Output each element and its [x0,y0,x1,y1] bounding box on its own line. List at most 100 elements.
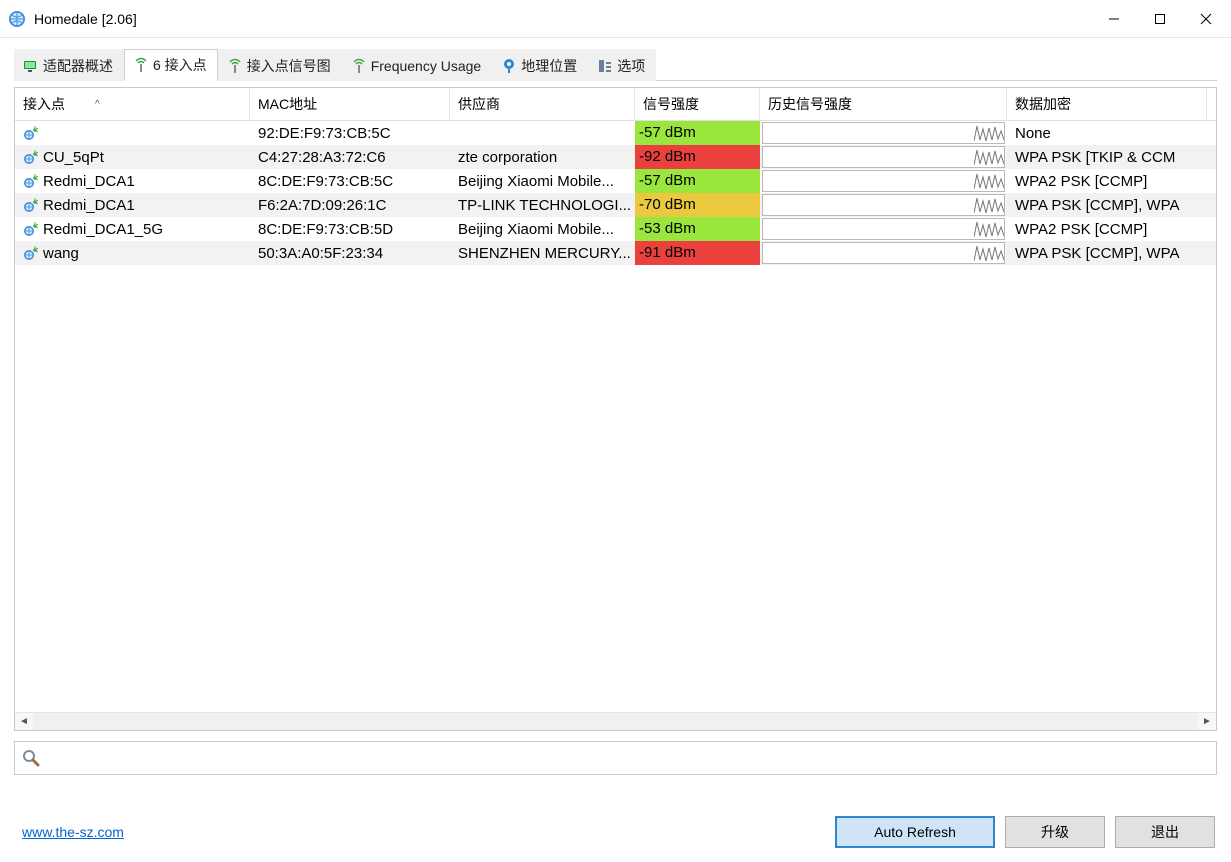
options-icon [597,58,613,74]
table-body: 92:DE:F9:73:CB:5C -57 dBm NoneCU_5qPtC4:27… [15,121,1216,712]
signal-badge: -91 dBm [635,241,760,265]
window-title: Homedale [2.06] [34,11,1091,27]
signal-history-sparkline [762,218,1005,240]
titlebar: Homedale [2.06] [0,0,1231,38]
table-row[interactable]: Redmi_DCA1_5G 8C:DE:F9:73:CB:5DBeijing Xi… [15,217,1216,241]
cell-encryption: WPA PSK [TKIP & CCM [1007,145,1207,169]
header-label: 供应商 [458,94,500,114]
column-headers: 接入点 ^ MAC地址 供应商 信号强度 历史信号强度 数据加密 [15,88,1216,121]
cell-mac: 8C:DE:F9:73:CB:5D [250,217,450,241]
cell-mac: 8C:DE:F9:73:CB:5C [250,169,450,193]
signal-history-sparkline [762,122,1005,144]
antenna-icon [351,58,367,74]
cell-vendor: zte corporation [450,145,635,169]
signal-history-sparkline [762,194,1005,216]
wifi-network-icon [23,221,39,237]
tab-access-points[interactable]: 6 接入点 [124,49,218,81]
monitor-icon [23,58,39,74]
sort-indicator-icon: ^ [95,99,100,110]
signal-history-sparkline [762,170,1005,192]
header-label: 信号强度 [643,94,699,114]
upgrade-button[interactable]: 升级 [1005,816,1105,848]
cell-mac: 92:DE:F9:73:CB:5C [250,121,450,145]
cell-history [760,169,1007,193]
cell-signal: -91 dBm [635,241,760,265]
table-row[interactable]: CU_5qPtC4:27:28:A3:72:C6zte corporation-… [15,145,1216,169]
ap-name: Redmi_DCA1 [43,197,135,214]
cell-encryption: None [1007,121,1207,145]
ap-name: Redmi_DCA1_5G [43,221,163,238]
search-icon [21,748,41,768]
cell-ap: wang [15,241,250,265]
scroll-left-icon[interactable]: ◄ [15,713,33,731]
wifi-network-icon [23,125,39,141]
scroll-right-icon[interactable]: ► [1198,713,1216,731]
minimize-icon [1108,13,1120,25]
column-header-signal[interactable]: 信号强度 [635,88,760,120]
cell-encryption: WPA PSK [CCMP], WPA [1007,193,1207,217]
column-header-mac[interactable]: MAC地址 [250,88,450,120]
tab-location[interactable]: 地理位置 [492,49,588,81]
table-row[interactable]: Redmi_DCA1F6:2A:7D:09:26:1CTP-LINK TECHN… [15,193,1216,217]
signal-badge: -53 dBm [635,217,760,241]
header-label: 接入点 [23,94,65,114]
cell-vendor: SHENZHEN MERCURY... [450,241,635,265]
tab-label: 6 接入点 [153,55,207,75]
cell-signal: -57 dBm [635,121,760,145]
cell-vendor: TP-LINK TECHNOLOGI... [450,193,635,217]
search-box[interactable] [14,741,1217,775]
column-header-vendor[interactable]: 供应商 [450,88,635,120]
exit-button[interactable]: 退出 [1115,816,1215,848]
cell-encryption: WPA PSK [CCMP], WPA [1007,241,1207,265]
app-icon [8,10,26,28]
close-button[interactable] [1183,2,1229,36]
wifi-network-icon [23,149,39,165]
tab-label: 接入点信号图 [247,56,331,76]
tab-bar: 适配器概述 6 接入点 接入点信号图 Frequency Usage 地理位置 [14,48,1217,81]
cell-encryption: WPA2 PSK [CCMP] [1007,217,1207,241]
cell-vendor: Beijing Xiaomi Mobile... [450,217,635,241]
close-icon [1200,13,1212,25]
maximize-button[interactable] [1137,2,1183,36]
signal-badge: -57 dBm [635,169,760,193]
cell-ap: Redmi_DCA1 [15,193,250,217]
signal-badge: -92 dBm [635,145,760,169]
access-point-list: 接入点 ^ MAC地址 供应商 信号强度 历史信号强度 数据加密 92:DE:F… [14,87,1217,731]
cell-history [760,193,1007,217]
horizontal-scrollbar[interactable]: ◄ ► [15,712,1216,730]
antenna-icon [133,57,149,73]
ap-name: Redmi_DCA1 [43,173,135,190]
wifi-network-icon [23,197,39,213]
header-label: 数据加密 [1015,94,1071,114]
column-header-history[interactable]: 历史信号强度 [760,88,1007,120]
cell-history [760,145,1007,169]
cell-vendor [450,121,635,145]
auto-refresh-button[interactable]: Auto Refresh [835,816,995,848]
cell-history [760,121,1007,145]
cell-history [760,217,1007,241]
table-row[interactable]: Redmi_DCA18C:DE:F9:73:CB:5CBeijing Xiaom… [15,169,1216,193]
tab-adapter-overview[interactable]: 适配器概述 [14,49,124,81]
header-label: 历史信号强度 [768,94,852,114]
cell-mac: 50:3A:A0:5F:23:34 [250,241,450,265]
minimize-button[interactable] [1091,2,1137,36]
antenna-icon [227,58,243,74]
column-header-encryption[interactable]: 数据加密 [1007,88,1207,120]
table-row[interactable]: wang50:3A:A0:5F:23:34SHENZHEN MERCURY...… [15,241,1216,265]
tab-signal-graph[interactable]: 接入点信号图 [218,49,342,81]
tab-options[interactable]: 选项 [588,49,656,81]
search-input[interactable] [47,750,1210,766]
signal-badge: -57 dBm [635,121,760,145]
cell-signal: -53 dBm [635,217,760,241]
footer: www.the-sz.com Auto Refresh 升级 退出 [22,816,1215,848]
window-controls [1091,2,1229,36]
tab-frequency-usage[interactable]: Frequency Usage [342,49,493,81]
scroll-track[interactable] [33,713,1198,730]
tab-label: 选项 [617,56,645,76]
ap-name: CU_5qPt [43,149,104,166]
column-header-ap[interactable]: 接入点 ^ [15,88,250,120]
website-link[interactable]: www.the-sz.com [22,824,124,840]
signal-history-sparkline [762,242,1005,264]
table-row[interactable]: 92:DE:F9:73:CB:5C -57 dBm None [15,121,1216,145]
cell-encryption: WPA2 PSK [CCMP] [1007,169,1207,193]
